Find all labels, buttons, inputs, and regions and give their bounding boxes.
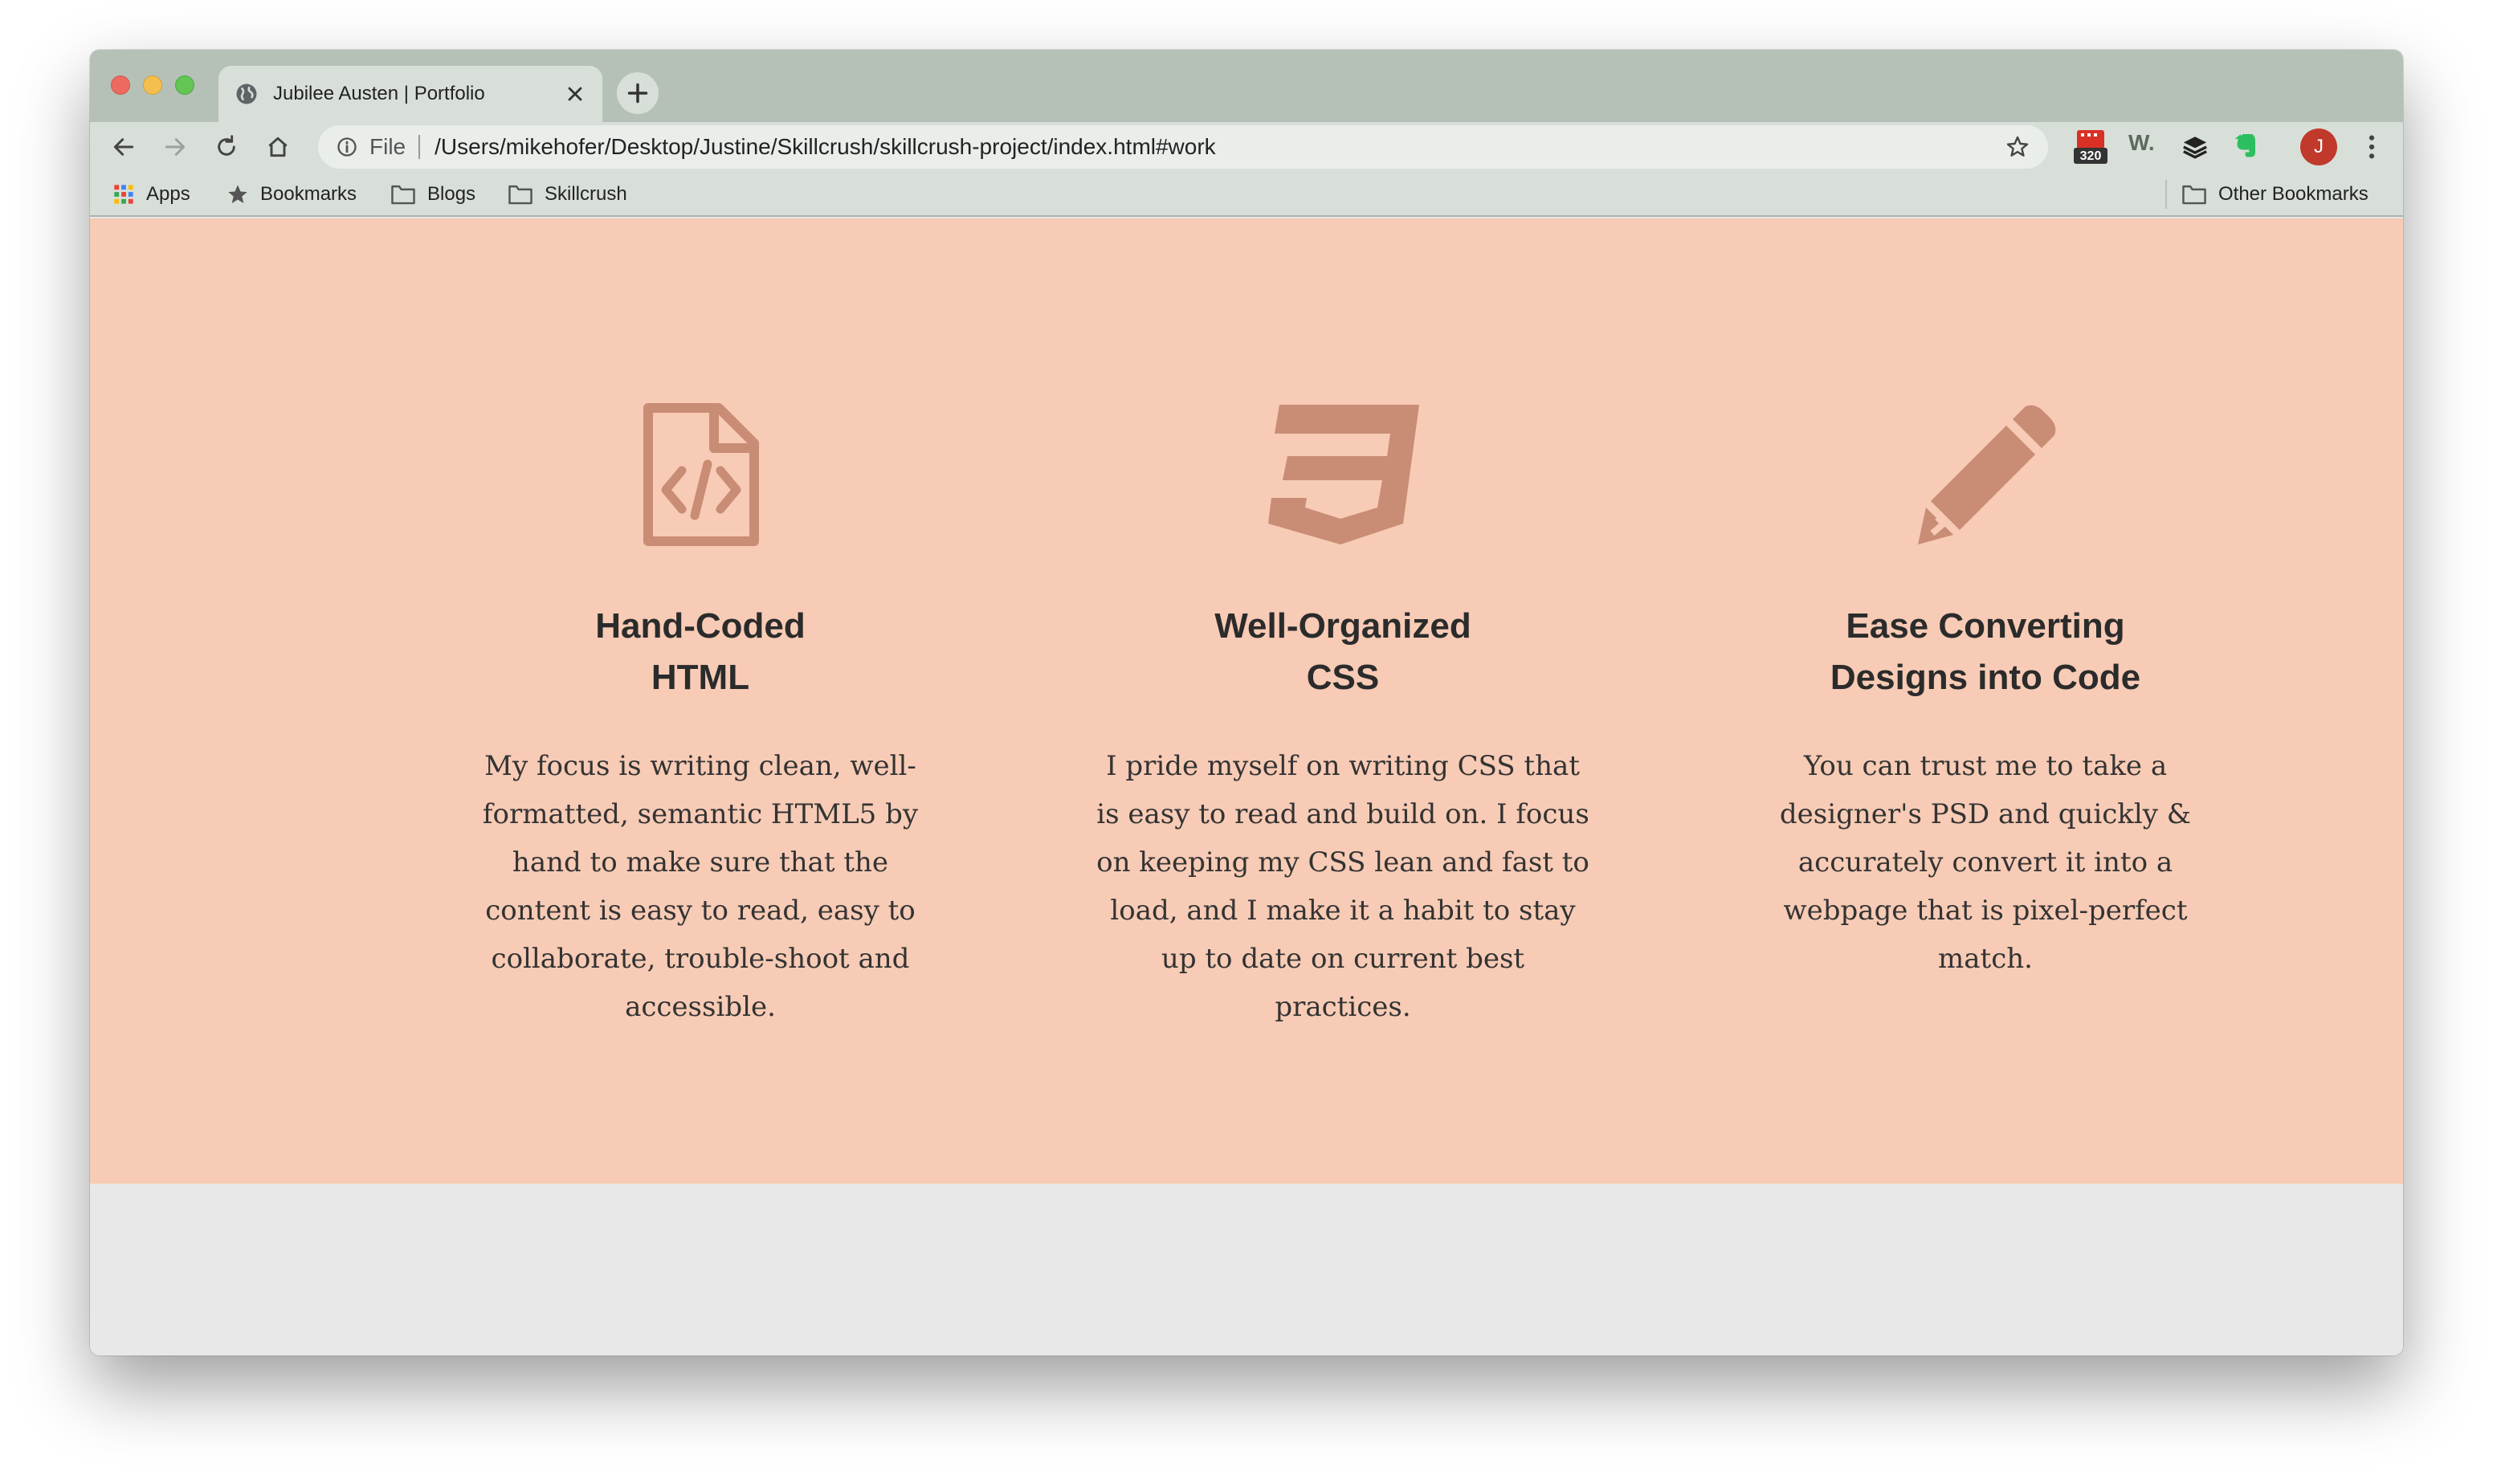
profile-avatar[interactable]: J xyxy=(2300,128,2337,165)
bookmarks-bar: Apps Bookmarks Blogs Skillcrush Other Bo… xyxy=(90,172,2403,217)
bookmarks-separator xyxy=(2165,180,2167,209)
menu-dots-icon[interactable] xyxy=(2366,133,2377,161)
browser-toolbar: File /Users/mikehofer/Desktop/Justine/Sk… xyxy=(90,122,2403,172)
bookmark-blogs-label: Blogs xyxy=(427,183,476,205)
address-bar[interactable]: File /Users/mikehofer/Desktop/Justine/Sk… xyxy=(318,125,2048,169)
feature-html-title-line2: HTML xyxy=(651,658,750,697)
feature-design-title-line1: Ease Converting xyxy=(1846,606,2125,646)
feature-html-body: My focus is writing clean, well-formatte… xyxy=(482,750,919,1023)
bookmark-apps[interactable]: Apps xyxy=(112,180,190,209)
bookmark-skillcrush-label: Skillcrush xyxy=(545,183,627,205)
feature-html-title: Hand-Coded HTML xyxy=(443,601,957,703)
plus-icon xyxy=(627,83,648,104)
close-window-button[interactable] xyxy=(111,75,130,95)
page-viewport: Hand-Coded HTML My focus is writing clea… xyxy=(90,218,2403,1356)
work-section: Hand-Coded HTML My focus is writing clea… xyxy=(90,218,2403,1184)
folder-icon xyxy=(508,185,532,205)
bookmark-folder-skillcrush[interactable]: Skillcrush xyxy=(508,180,627,209)
info-icon[interactable] xyxy=(336,136,358,158)
feature-css-body: I pride myself on writing CSS that is ea… xyxy=(1096,750,1589,1023)
tab-active[interactable]: Jubilee Austen | Portfolio xyxy=(218,66,602,122)
pencil-icon xyxy=(1918,405,2056,544)
star-icon xyxy=(228,185,247,204)
bookmark-apps-label: Apps xyxy=(146,183,190,205)
apps-grid-icon xyxy=(114,185,133,204)
feature-html-title-line1: Hand-Coded xyxy=(595,606,806,646)
file-scheme-label: File xyxy=(369,135,421,159)
feature-css-title-line1: Well-Organized xyxy=(1214,606,1471,646)
feature-design-title: Ease Converting Designs into Code xyxy=(1728,601,2242,703)
feature-css: Well-Organized CSS I pride myself on wri… xyxy=(1086,403,1600,1031)
wordtune-extension-button[interactable]: W. xyxy=(2128,130,2155,156)
back-arrow-icon[interactable] xyxy=(111,134,137,160)
forward-arrow-icon[interactable] xyxy=(162,134,188,160)
home-icon[interactable] xyxy=(265,134,291,160)
profile-initial: J xyxy=(2314,136,2324,157)
evernote-extension-icon[interactable] xyxy=(2231,132,2260,161)
html-file-code-icon xyxy=(643,403,759,546)
layers-extension-icon[interactable] xyxy=(2181,133,2209,161)
calendar-extension-button[interactable]: 320 xyxy=(2072,128,2109,165)
bookmark-bookmarks[interactable]: Bookmarks xyxy=(226,180,357,209)
feature-css-title-line2: CSS xyxy=(1306,658,1380,697)
css3-icon xyxy=(1268,405,1419,544)
close-tab-icon[interactable] xyxy=(564,83,586,105)
bookmark-folder-other[interactable]: Other Bookmarks xyxy=(2181,180,2369,209)
feature-html: Hand-Coded HTML My focus is writing clea… xyxy=(443,403,957,1031)
bookmark-folder-blogs[interactable]: Blogs xyxy=(390,180,475,209)
folder-icon xyxy=(391,185,415,205)
bookmark-bookmarks-label: Bookmarks xyxy=(260,183,357,205)
bookmark-star-icon[interactable] xyxy=(2005,134,2030,160)
bookmark-other-label: Other Bookmarks xyxy=(2218,183,2369,205)
new-tab-button[interactable] xyxy=(617,72,659,114)
url-text[interactable]: /Users/mikehofer/Desktop/Justine/Skillcr… xyxy=(435,134,2005,160)
feature-design-body: You can trust me to take a designer's PS… xyxy=(1779,750,2192,975)
feature-css-title: Well-Organized CSS xyxy=(1086,601,1600,703)
reload-icon[interactable] xyxy=(214,134,239,160)
folder-icon xyxy=(2182,185,2206,205)
feature-design: Ease Converting Designs into Code You ca… xyxy=(1728,403,2242,983)
tab-title: Jubilee Austen | Portfolio xyxy=(273,83,485,104)
extension-badge: 320 xyxy=(2079,149,2102,163)
globe-icon xyxy=(236,84,257,104)
minimize-window-button[interactable] xyxy=(143,75,162,95)
browser-window: Jubilee Austen | Portfolio File /Users/m… xyxy=(90,50,2403,1356)
zoom-window-button[interactable] xyxy=(175,75,194,95)
feature-design-title-line2: Designs into Code xyxy=(1830,658,2141,697)
tab-strip: Jubilee Austen | Portfolio xyxy=(90,50,2403,122)
